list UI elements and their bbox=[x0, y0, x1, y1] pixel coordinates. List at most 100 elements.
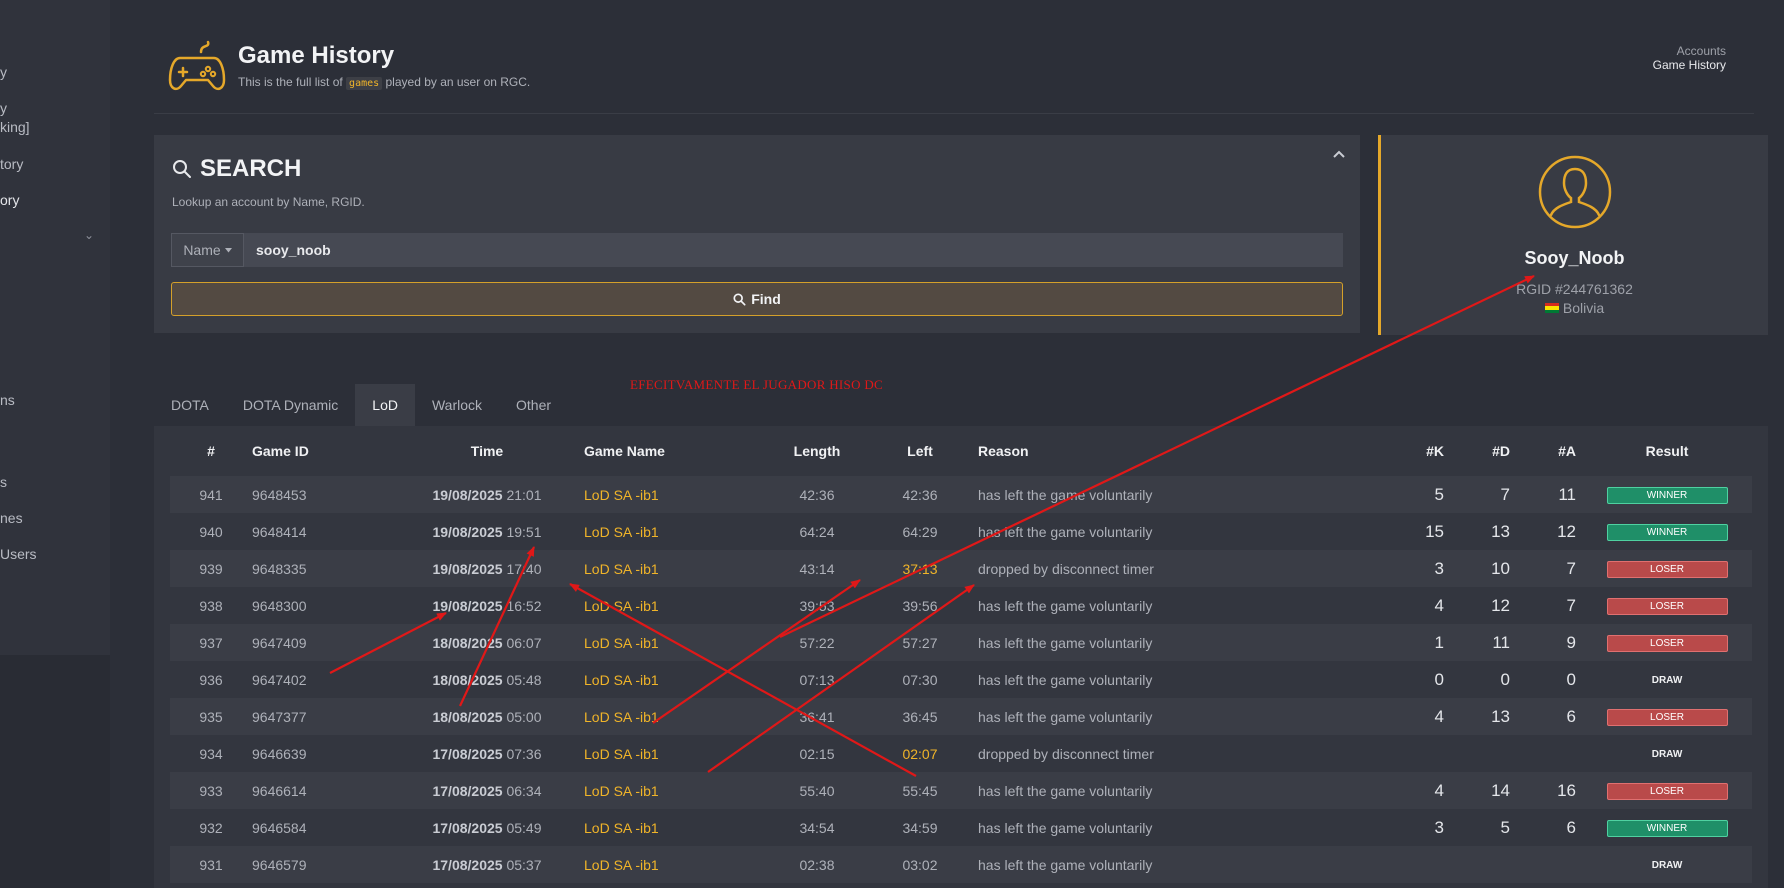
cell-game-name[interactable]: LoD SA -ib1 bbox=[584, 624, 772, 661]
result-badge: LOSER bbox=[1606, 709, 1728, 726]
cell-date: 19/08/2025 bbox=[432, 560, 503, 577]
result-badge: DRAW bbox=[1651, 748, 1683, 760]
cell-game-id[interactable]: 9648335 bbox=[252, 550, 390, 587]
cell-game-id[interactable]: 9648414 bbox=[252, 513, 390, 550]
chevron-down-icon[interactable]: ⌄ bbox=[84, 228, 94, 242]
cell-game-id[interactable]: 9646614 bbox=[252, 772, 390, 809]
sidebar-item-6[interactable]: s bbox=[0, 474, 7, 490]
cell-kills: 4 bbox=[1434, 595, 1444, 615]
table-row[interactable]: 941 9648453 19/08/2025 21:01 LoD SA -ib1 42:… bbox=[170, 476, 1752, 513]
cell-result: DRAW bbox=[1582, 846, 1752, 883]
sidebar-item-7[interactable]: nes bbox=[0, 510, 23, 526]
sidebar-item-2-line2[interactable]: king] bbox=[0, 119, 30, 135]
search-input[interactable] bbox=[244, 233, 1343, 267]
cell-assists: 9 bbox=[1566, 632, 1576, 652]
cell-result: LOSER bbox=[1582, 550, 1752, 587]
subtitle-code: games bbox=[346, 77, 383, 90]
cell-clock: 07:36 bbox=[506, 745, 542, 762]
cell-game-id[interactable]: 9646639 bbox=[252, 735, 390, 772]
cell-game-id[interactable]: 9648300 bbox=[252, 587, 390, 624]
game-history-table-panel: # Game ID Time Game Name Length Left Rea… bbox=[154, 426, 1768, 888]
cell-game-id[interactable]: 9647402 bbox=[252, 661, 390, 698]
cell-deaths: 12 bbox=[1491, 595, 1510, 615]
col-header-game-id[interactable]: Game ID bbox=[252, 426, 390, 476]
search-title: SEARCH bbox=[172, 155, 301, 183]
table-row[interactable]: 934 9646639 17/08/2025 07:36 LoD SA -ib1 02:… bbox=[170, 735, 1752, 772]
sidebar-item-1[interactable]: y bbox=[0, 64, 7, 80]
cell-date: 19/08/2025 bbox=[432, 486, 503, 503]
sidebar-item-2[interactable]: y bbox=[0, 100, 7, 116]
cell-game-name[interactable]: LoD SA -ib1 bbox=[584, 550, 772, 587]
cell-date: 19/08/2025 bbox=[432, 597, 503, 614]
cell-game-id[interactable]: 9646584 bbox=[252, 809, 390, 846]
cell-length: 36:41 bbox=[799, 708, 835, 725]
sidebar-item-5[interactable]: ns bbox=[0, 392, 15, 408]
cell-game-name[interactable]: LoD SA -ib1 bbox=[584, 476, 772, 513]
sidebar-item-3[interactable]: tory bbox=[0, 156, 23, 172]
cell-deaths: 14 bbox=[1491, 780, 1510, 800]
page-subtitle: This is the full list of games played by… bbox=[238, 75, 531, 90]
col-header-game-name[interactable]: Game Name bbox=[584, 426, 772, 476]
cell-game-id[interactable]: 9647377 bbox=[252, 698, 390, 735]
cell-time: 17/08/2025 05:37 bbox=[390, 846, 584, 883]
page-header: Game History This is the full list of ga… bbox=[154, 30, 1754, 114]
profile-card: Sooy_Noob RGID #244761362 Bolivia bbox=[1378, 135, 1768, 335]
col-header-result[interactable]: Result bbox=[1582, 426, 1752, 476]
col-header-assists[interactable]: #A bbox=[1516, 426, 1582, 476]
cell-game-name[interactable]: LoD SA -ib1 bbox=[584, 809, 772, 846]
table-row[interactable]: 940 9648414 19/08/2025 19:51 LoD SA -ib1 64:… bbox=[170, 513, 1752, 550]
cell-game-id[interactable]: 9648453 bbox=[252, 476, 390, 513]
tab-warlock[interactable]: Warlock bbox=[415, 384, 499, 426]
cell-game-name[interactable]: LoD SA -ib1 bbox=[584, 846, 772, 883]
cell-game-name[interactable]: LoD SA -ib1 bbox=[584, 661, 772, 698]
table-row[interactable]: 939 9648335 19/08/2025 17:40 LoD SA -ib1 43:… bbox=[170, 550, 1752, 587]
subtitle-text-after: played by an user on RGC. bbox=[385, 75, 531, 89]
cell-game-name[interactable]: LoD SA -ib1 bbox=[584, 735, 772, 772]
tab-dota[interactable]: DOTA bbox=[154, 384, 226, 426]
cell-kills: 4 bbox=[1434, 706, 1444, 726]
cell-game-name[interactable]: LoD SA -ib1 bbox=[584, 587, 772, 624]
cell-game-id[interactable]: 9646579 bbox=[252, 846, 390, 883]
cell-reason: has left the game voluntarily bbox=[978, 486, 1153, 503]
table-row[interactable]: 938 9648300 19/08/2025 16:52 LoD SA -ib1 39:… bbox=[170, 587, 1752, 624]
cell-game-id[interactable]: 9647409 bbox=[252, 624, 390, 661]
find-button[interactable]: Find bbox=[171, 282, 1343, 316]
table-row[interactable]: 932 9646584 17/08/2025 05:49 LoD SA -ib1 34:… bbox=[170, 809, 1752, 846]
breadcrumb-accounts[interactable]: Accounts bbox=[1677, 44, 1726, 58]
tab-lod[interactable]: LoD bbox=[355, 384, 415, 426]
cell-time: 18/08/2025 05:00 bbox=[390, 698, 584, 735]
sidebar-item-8[interactable]: Users bbox=[0, 546, 37, 562]
cell-game-name[interactable]: LoD SA -ib1 bbox=[584, 698, 772, 735]
chevron-up-icon[interactable] bbox=[1332, 149, 1346, 159]
cell-left: 39:56 bbox=[902, 597, 938, 614]
col-header-reason[interactable]: Reason bbox=[978, 426, 1384, 476]
sidebar-item-game-history[interactable]: ory bbox=[0, 192, 19, 208]
cell-assists: 16 bbox=[1557, 780, 1576, 800]
table-row[interactable]: 931 9646579 17/08/2025 05:37 LoD SA -ib1 02:… bbox=[170, 846, 1752, 883]
table-row[interactable]: 936 9647402 18/08/2025 05:48 LoD SA -ib1 07:… bbox=[170, 661, 1752, 698]
col-header-time[interactable]: Time bbox=[390, 426, 584, 476]
col-header-index[interactable]: # bbox=[170, 426, 252, 476]
col-header-left[interactable]: Left bbox=[862, 426, 978, 476]
search-type-dropdown[interactable]: Name bbox=[171, 233, 244, 267]
tab-other[interactable]: Other bbox=[499, 384, 568, 426]
cell-game-name[interactable]: LoD SA -ib1 bbox=[584, 772, 772, 809]
cell-assists: 12 bbox=[1557, 521, 1576, 541]
cell-reason: dropped by disconnect timer bbox=[978, 560, 1154, 577]
col-header-deaths[interactable]: #D bbox=[1450, 426, 1516, 476]
cell-kills: 0 bbox=[1434, 669, 1444, 689]
table-row[interactable]: 933 9646614 17/08/2025 06:34 LoD SA -ib1 55:… bbox=[170, 772, 1752, 809]
cell-clock: 05:37 bbox=[506, 856, 542, 873]
cell-left: 42:36 bbox=[902, 486, 938, 503]
table-row[interactable]: 935 9647377 18/08/2025 05:00 LoD SA -ib1 36:… bbox=[170, 698, 1752, 735]
table-row[interactable]: 937 9647409 18/08/2025 06:07 LoD SA -ib1 57:… bbox=[170, 624, 1752, 661]
cell-kills: 3 bbox=[1434, 558, 1444, 578]
cell-kills: 4 bbox=[1434, 780, 1444, 800]
cell-clock: 05:48 bbox=[506, 671, 542, 688]
col-header-kills[interactable]: #K bbox=[1384, 426, 1450, 476]
col-header-length[interactable]: Length bbox=[772, 426, 862, 476]
cell-assists: 7 bbox=[1566, 558, 1576, 578]
cell-left: 57:27 bbox=[902, 634, 938, 651]
tab-dota-dynamic[interactable]: DOTA Dynamic bbox=[226, 384, 355, 426]
cell-game-name[interactable]: LoD SA -ib1 bbox=[584, 513, 772, 550]
